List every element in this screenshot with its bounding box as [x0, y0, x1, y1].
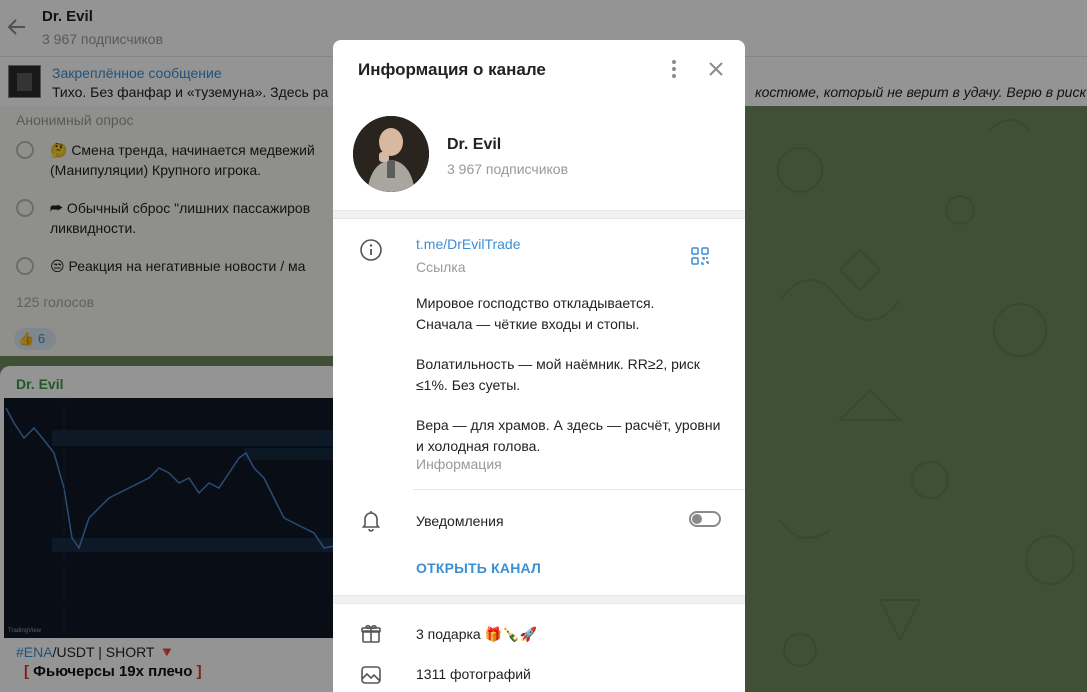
- info-icon: [359, 238, 383, 262]
- gift-icon: [359, 622, 383, 646]
- description-gap: [416, 395, 726, 415]
- link-caption: Ссылка: [416, 259, 466, 275]
- section-divider: [333, 210, 745, 219]
- channel-info-dialog: Информация о канале Dr. Evil 3 967 подпи…: [333, 40, 745, 692]
- notifications-label: Уведомления: [416, 513, 504, 529]
- more-options-icon[interactable]: [664, 58, 684, 80]
- description-line: Мировое господство откладывается.: [416, 295, 655, 311]
- notifications-toggle[interactable]: [689, 511, 721, 527]
- channel-name: Dr. Evil: [447, 136, 502, 153]
- telegram-app: Dr. Evil 3 967 подписчиков Закреплённое …: [0, 0, 1087, 692]
- description-line: Волатильность — мой наёмник. RR≥2, риск …: [416, 356, 700, 393]
- row-divider: [413, 489, 745, 490]
- qr-code-icon[interactable]: [690, 246, 710, 266]
- toggle-knob: [692, 514, 702, 524]
- channel-link[interactable]: t.me/DrEvilTrade: [416, 236, 521, 252]
- description-gap: [416, 334, 726, 354]
- description-line: Сначала — чёткие входы и стопы.: [416, 315, 640, 332]
- channel-avatar[interactable]: [353, 116, 429, 192]
- photos-row[interactable]: 1311 фотографий: [416, 666, 531, 682]
- channel-description: Мировое господство откладывается. Сначал…: [416, 293, 726, 456]
- close-icon[interactable]: [705, 58, 727, 80]
- description-line: Вера — для храмов. А здесь — расчёт, уро…: [416, 417, 721, 454]
- photo-icon: [359, 663, 383, 687]
- dialog-title: Информация о канале: [358, 60, 546, 79]
- channel-subscribers: 3 967 подписчиков: [447, 161, 569, 177]
- bell-icon: [359, 508, 383, 532]
- gifts-row[interactable]: 3 подарка 🎁🍾🚀: [416, 626, 537, 643]
- section-divider: [333, 595, 745, 604]
- open-channel-button[interactable]: ОТКРЫТЬ КАНАЛ: [416, 560, 541, 576]
- description-caption: Информация: [416, 456, 502, 472]
